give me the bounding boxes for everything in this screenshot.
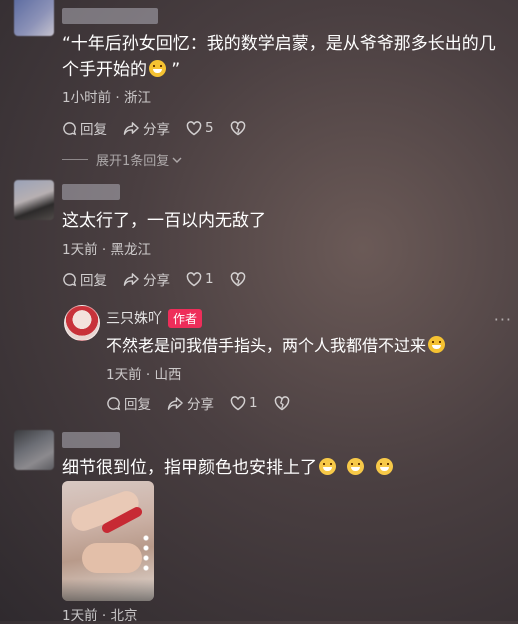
username[interactable] [62,432,120,448]
reply-button[interactable]: 回复 [106,393,151,413]
dislike-button[interactable] [230,120,249,136]
author-name[interactable]: 三只姝吖 [106,311,162,327]
grin-emoji-icon [375,458,393,475]
avatar[interactable] [14,180,54,220]
author-avatar[interactable] [64,305,100,341]
share-icon [123,272,139,286]
divider-line [62,159,88,160]
heart-icon [186,271,202,286]
avatar[interactable] [14,430,54,470]
comment-meta: 1天前 · 黑龙江 [62,242,151,258]
like-button[interactable]: 1 [186,271,214,287]
broken-heart-icon [230,271,245,286]
reply-meta: 1天前 · 山西 [106,367,182,383]
attached-image[interactable] [62,481,154,601]
share-button[interactable]: 分享 [123,269,170,289]
grin-emoji-icon [347,458,365,475]
comment-meta: 1天前 · 北京 [62,608,138,624]
comment-text: 这太行了，一百以内无敌了 [62,211,266,231]
dislike-button[interactable] [230,271,249,287]
heart-icon [230,395,246,410]
laugh-cry-emoji-icon [149,60,166,77]
share-button[interactable]: 分享 [123,118,170,138]
comment-text: “十年后孙女回忆：我的数学启蒙，是从爷爷那多长出的几个手开始的 ” [62,34,496,80]
comment-actions: 回复 分享 1 [62,269,265,289]
reply-text: 不然老是问我借手指头，两个人我都借不过来 [106,333,446,359]
broken-heart-icon [230,120,245,135]
dislike-button[interactable] [274,395,293,411]
broken-heart-icon [274,395,289,410]
chevron-down-icon [172,157,182,163]
share-icon [123,121,139,135]
username[interactable] [62,184,120,200]
comment-text: 细节很到位，指甲颜色也安排上了 [62,455,393,481]
ellipsis-icon[interactable]: ··· [494,310,512,329]
image-hand-shape [82,543,142,573]
heart-icon [186,120,202,135]
author-name-row: 三只姝吖 作者 [106,308,203,328]
grin-emoji-icon [319,458,336,475]
image-caption-overlay [62,579,154,601]
share-button[interactable]: 分享 [167,393,214,413]
expand-replies-button[interactable]: 展开1条回复 [62,150,183,169]
image-side-icons [142,533,150,573]
comment-actions: 回复 分享 5 [62,118,265,138]
reply-actions: 回复 分享 1 [106,393,309,413]
like-button[interactable]: 1 [230,395,258,411]
username[interactable] [62,8,158,24]
reply-icon [63,121,77,135]
laugh-cry-emoji-icon [428,336,446,353]
author-badge: 作者 [168,309,203,328]
reply-icon [107,396,121,410]
avatar[interactable] [14,0,54,36]
reply-button[interactable]: 回复 [62,269,107,289]
comment-meta: 1小时前 · 浙江 [62,90,151,106]
reply-button[interactable]: 回复 [62,118,107,138]
reply-icon [63,272,77,286]
share-icon [167,396,183,410]
like-button[interactable]: 5 [186,120,214,136]
